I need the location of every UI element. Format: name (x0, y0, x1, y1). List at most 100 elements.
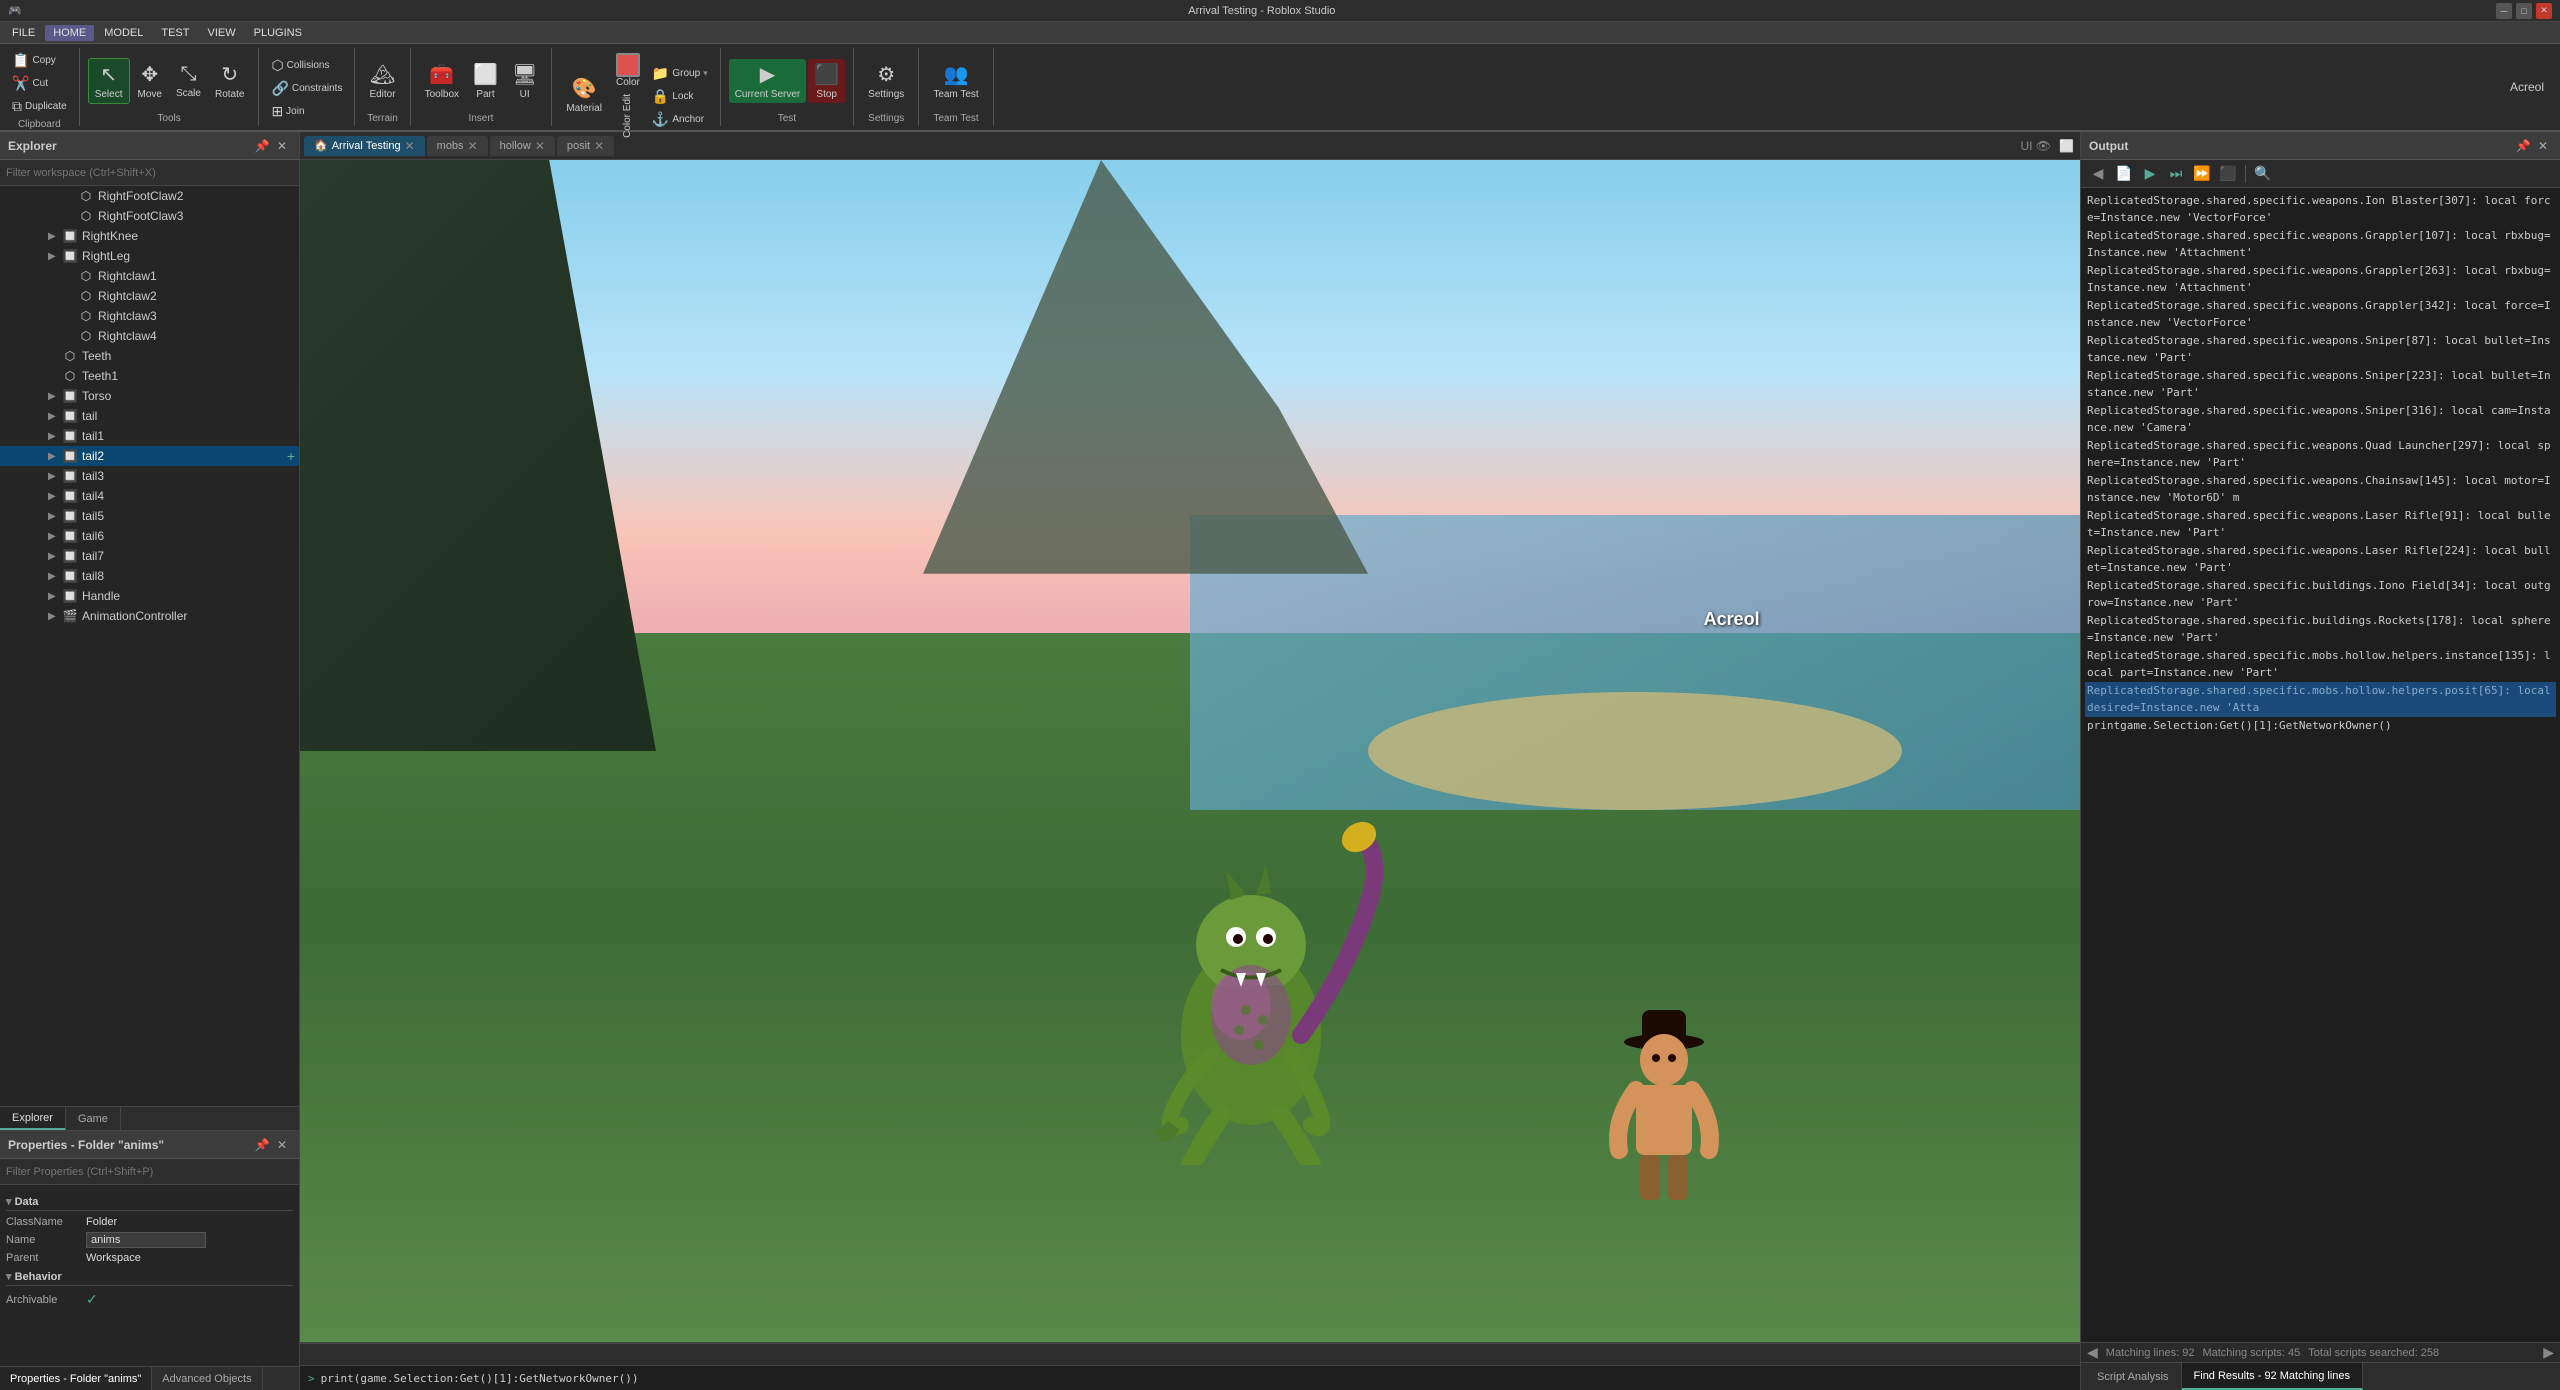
output-prev-button[interactable]: ◀ (2087, 163, 2109, 185)
output-stop-button[interactable]: ⬛ (2217, 163, 2239, 185)
part-button[interactable]: ⬜ Part (467, 59, 504, 103)
tree-item[interactable]: ▶🔲Handle (0, 586, 299, 606)
mobs-tab-close[interactable]: ✕ (468, 139, 478, 153)
tree-item[interactable]: ▶🔲RightLeg (0, 246, 299, 266)
tree-item[interactable]: ⬡Rightclaw3 (0, 306, 299, 326)
minimize-button[interactable]: ─ (2496, 3, 2512, 19)
ui-button[interactable]: 🖥 UI (506, 59, 543, 103)
posit-tab-close[interactable]: ✕ (594, 139, 604, 153)
tree-item[interactable]: ▶🔲tail3 (0, 466, 299, 486)
team-test-button[interactable]: 👥 Team Test (927, 59, 984, 103)
close-button[interactable]: ✕ (2536, 3, 2552, 19)
tree-expand-arrow[interactable]: ▶ (48, 571, 62, 582)
tree-expand-arrow[interactable]: ▶ (48, 471, 62, 482)
prop-archivable-checkbox[interactable]: ✓ (86, 1291, 98, 1308)
material-button[interactable]: 🎨 Material (560, 73, 608, 117)
tree-item[interactable]: ▶🎬AnimationController (0, 606, 299, 626)
tree-expand-arrow[interactable]: ▶ (48, 551, 62, 562)
menu-view[interactable]: VIEW (199, 25, 243, 41)
color-button[interactable]: Color (610, 50, 646, 91)
tree-item[interactable]: ▶🔲tail5 (0, 506, 299, 526)
explorer-close-button[interactable]: ✕ (273, 137, 291, 155)
tree-item[interactable]: ▶🔲tail7 (0, 546, 299, 566)
anchor-button[interactable]: ⚓ Anchor (648, 109, 712, 130)
viewport[interactable]: Acreol (300, 160, 2080, 1342)
copy-button[interactable]: 📋 Copy (8, 50, 71, 71)
tree-expand-arrow[interactable]: ▶ (48, 251, 62, 262)
tree-item[interactable]: ⬡Rightclaw1 (0, 266, 299, 286)
group-button[interactable]: 📁 Group ▾ (648, 63, 712, 84)
console-input[interactable] (321, 1372, 2072, 1385)
arrival-tab-close[interactable]: ✕ (405, 139, 415, 153)
tree-item-add-button[interactable]: + (287, 448, 295, 464)
toolbox-button[interactable]: 🧰 Toolbox (419, 59, 465, 103)
output-search-button[interactable]: 🔍 (2252, 163, 2274, 185)
tree-item[interactable]: ▶🔲tail2+ (0, 446, 299, 466)
viewport-tab-mobs[interactable]: mobs ✕ (427, 136, 488, 156)
tree-item[interactable]: ⬡Teeth1 (0, 366, 299, 386)
rotate-button[interactable]: ↻ Rotate (209, 59, 250, 103)
collisions-button[interactable]: ⬡ Collisions (267, 55, 346, 76)
output-scroll-left[interactable]: ◀ (2087, 1344, 2098, 1361)
tree-item[interactable]: ⬡RightFootClaw2 (0, 186, 299, 206)
tree-item[interactable]: ▶🔲tail8 (0, 566, 299, 586)
explorer-tab-explorer[interactable]: Explorer (0, 1107, 66, 1130)
output-tab-script-analysis[interactable]: Script Analysis (2085, 1363, 2182, 1390)
stop-button[interactable]: ⬛ Stop (808, 59, 845, 103)
data-section[interactable]: Data (6, 1191, 293, 1211)
menu-test[interactable]: TEST (153, 25, 197, 41)
output-pin-button[interactable]: 📌 (2514, 137, 2532, 155)
viewport-fullscreen[interactable]: ⬜ (2057, 137, 2076, 155)
select-button[interactable]: ↖ Select (88, 58, 130, 104)
properties-filter-input[interactable] (6, 1166, 293, 1178)
viewport-tab-posit[interactable]: posit ✕ (557, 136, 614, 156)
tree-expand-arrow[interactable]: ▶ (48, 531, 62, 542)
behavior-section[interactable]: Behavior (6, 1266, 293, 1286)
hollow-tab-close[interactable]: ✕ (535, 139, 545, 153)
output-close-button[interactable]: ✕ (2534, 137, 2552, 155)
cut-button[interactable]: ✂️ Cut (8, 73, 71, 94)
viewport-tab-arrival[interactable]: 🏠 Arrival Testing ✕ (304, 136, 425, 156)
properties-pin-button[interactable]: 📌 (253, 1136, 271, 1154)
tree-expand-arrow[interactable]: ▶ (48, 511, 62, 522)
move-button[interactable]: ✥ Move (132, 59, 168, 103)
tree-item[interactable]: ▶🔲tail (0, 406, 299, 426)
tree-expand-arrow[interactable]: ▶ (48, 451, 62, 462)
output-step-button[interactable]: ⏭ (2165, 163, 2187, 185)
current-server-button[interactable]: ▶ Current Server (729, 59, 807, 103)
output-tab-find-results[interactable]: Find Results - 92 Matching lines (2182, 1363, 2364, 1390)
properties-tab-advanced[interactable]: Advanced Objects (152, 1367, 262, 1390)
menu-model[interactable]: MODEL (96, 25, 151, 41)
scale-button[interactable]: ⤡ Scale (170, 60, 207, 102)
explorer-filter-input[interactable] (6, 167, 293, 179)
output-scroll-right[interactable]: ▶ (2543, 1344, 2554, 1361)
output-content[interactable]: ReplicatedStorage.shared.specific.weapon… (2081, 188, 2560, 1342)
tree-expand-arrow[interactable]: ▶ (48, 611, 62, 622)
maximize-button[interactable]: □ (2516, 3, 2532, 19)
tree-expand-arrow[interactable]: ▶ (48, 491, 62, 502)
output-run-button[interactable]: ▶ (2139, 163, 2161, 185)
output-script-button[interactable]: 📄 (2113, 163, 2135, 185)
explorer-tab-game[interactable]: Game (66, 1107, 121, 1130)
tree-item[interactable]: ⬡Rightclaw4 (0, 326, 299, 346)
menu-plugins[interactable]: PLUGINS (246, 25, 310, 41)
lock-button[interactable]: 🔒 Lock (648, 86, 712, 107)
constraints-button[interactable]: 🔗 Constraints (267, 78, 346, 99)
terrain-editor-button[interactable]: 🏔 Editor (363, 59, 401, 103)
tree-item[interactable]: ⬡Rightclaw2 (0, 286, 299, 306)
join-button[interactable]: ⊞ Join (267, 101, 346, 122)
viewport-ui-toggle[interactable]: UI 👁 (2018, 137, 2053, 155)
menu-file[interactable]: FILE (4, 25, 43, 41)
properties-close-button[interactable]: ✕ (273, 1136, 291, 1154)
settings-button[interactable]: ⚙ Settings (862, 59, 910, 103)
duplicate-button[interactable]: ⧉ Duplicate (8, 96, 71, 117)
properties-tab-properties[interactable]: Properties - Folder "anims" (0, 1367, 152, 1390)
prop-name-input[interactable] (86, 1232, 206, 1248)
tree-item[interactable]: ▶🔲tail4 (0, 486, 299, 506)
menu-home[interactable]: HOME (45, 25, 94, 41)
tree-expand-arrow[interactable]: ▶ (48, 391, 62, 402)
tree-item[interactable]: ▶🔲Torso (0, 386, 299, 406)
tree-expand-arrow[interactable]: ▶ (48, 231, 62, 242)
tree-item[interactable]: ▶🔲tail6 (0, 526, 299, 546)
tree-expand-arrow[interactable]: ▶ (48, 591, 62, 602)
